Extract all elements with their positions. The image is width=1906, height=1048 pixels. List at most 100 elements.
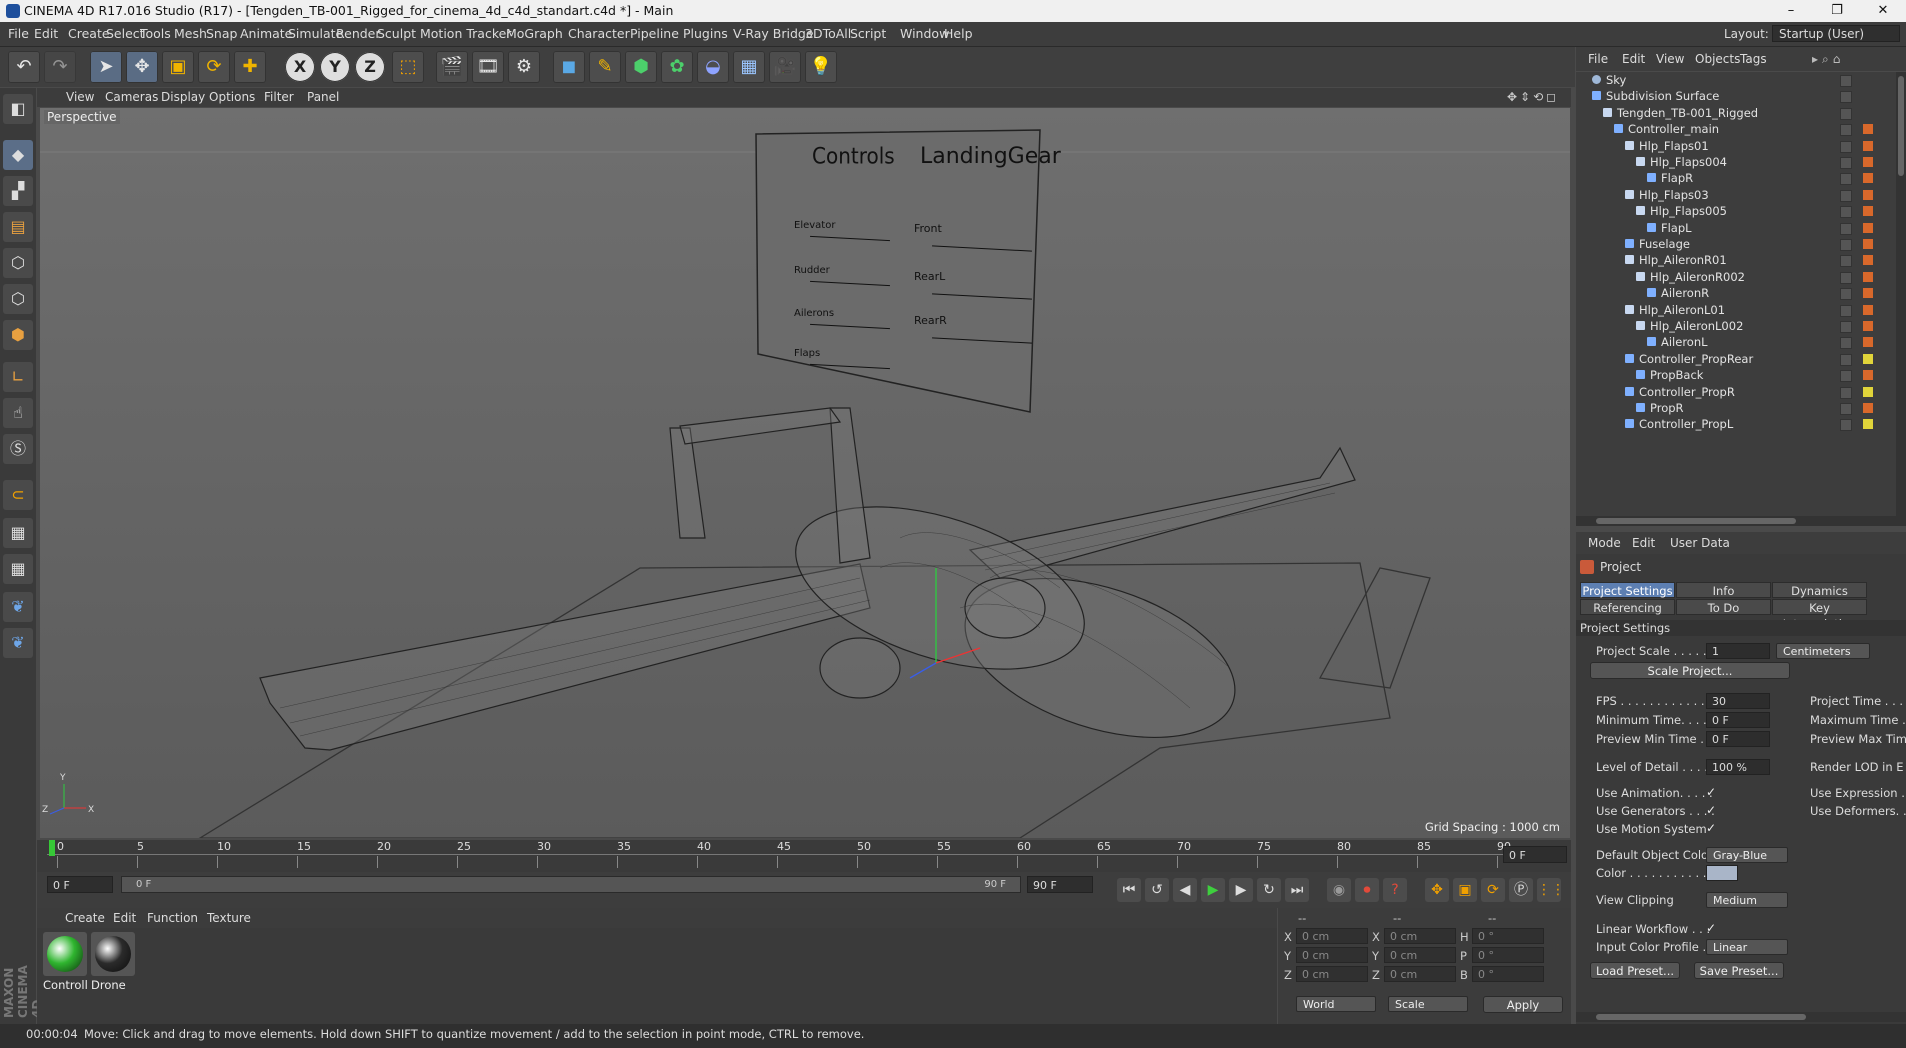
model-mode-icon[interactable]: ◆ <box>3 140 33 170</box>
object-tag-icon[interactable] <box>1863 157 1873 167</box>
object-row-flapl[interactable]: FlapL <box>1576 220 1896 236</box>
attr-menu-user-data[interactable]: User Data <box>1670 532 1730 554</box>
close-button[interactable]: ✕ <box>1860 0 1906 22</box>
fps-field[interactable]: 30 <box>1706 693 1770 709</box>
object-tag-icon[interactable] <box>1863 403 1873 413</box>
object-tag-icon[interactable] <box>1863 124 1873 135</box>
use-motion-checkbox[interactable]: ✓ <box>1706 822 1718 834</box>
visibility-toggle[interactable] <box>1840 337 1852 350</box>
visibility-toggle[interactable] <box>1840 173 1852 186</box>
use-generators-checkbox[interactable]: ✓ <box>1706 804 1718 816</box>
apply-button[interactable]: Apply <box>1483 996 1563 1013</box>
object-row-hlp-aileronr01[interactable]: Hlp_AileronR01 <box>1576 252 1896 268</box>
tab-dynamics[interactable]: Dynamics <box>1772 582 1867 598</box>
play-icon[interactable]: ▶ <box>1201 878 1225 902</box>
linear-workflow-checkbox[interactable]: ✓ <box>1706 922 1718 934</box>
default-color-dropdown[interactable]: Gray-Blue <box>1706 847 1788 863</box>
menu-mesh[interactable]: Mesh <box>174 22 207 46</box>
object-row-sky[interactable]: Sky <box>1576 72 1896 88</box>
viewport-nav-icons[interactable]: ✥⇕⟲◻ <box>1507 88 1559 107</box>
menu-window[interactable]: Window <box>900 22 949 46</box>
visibility-toggle[interactable] <box>1840 304 1852 317</box>
key-scale-icon[interactable]: ▣ <box>1453 878 1477 902</box>
perspective-viewport[interactable]: Perspective Y X Z Controls LandingGear E… <box>40 108 1570 838</box>
object-row-hlp-flaps03[interactable]: Hlp_Flaps03 <box>1576 187 1896 203</box>
visibility-toggle[interactable] <box>1840 353 1852 366</box>
save-preset-button[interactable]: Save Preset... <box>1694 962 1784 979</box>
object-list-scrollbar[interactable] <box>1896 72 1906 516</box>
material-swatch-controll[interactable] <box>43 932 87 976</box>
key-parameter-icon[interactable]: Ⓟ <box>1509 878 1533 902</box>
object-row-hlp-flaps005[interactable]: Hlp_Flaps005 <box>1576 203 1896 219</box>
object-row-controller-proprear[interactable]: Controller_PropRear <box>1576 351 1896 367</box>
polygons-mode-icon[interactable]: ⬢ <box>3 320 33 350</box>
cloner-icon[interactable]: ✿ <box>661 51 693 83</box>
light-icon[interactable]: 💡 <box>805 51 837 83</box>
y-axis-lock-icon[interactable]: Y <box>320 52 350 82</box>
viewport-menu-panel[interactable]: Panel <box>307 88 339 107</box>
subdivision-surface-icon[interactable]: ⬢ <box>625 51 657 83</box>
visibility-toggle[interactable] <box>1840 239 1852 251</box>
object-tag-icon[interactable] <box>1863 189 1873 200</box>
coord-field[interactable]: 0 cm <box>1384 928 1456 944</box>
object-tag-icon[interactable] <box>1863 321 1873 331</box>
view-clipping-dropdown[interactable]: Medium <box>1706 892 1788 908</box>
object-tag-icon[interactable] <box>1863 239 1873 249</box>
object-row-controller-main[interactable]: Controller_main <box>1576 121 1896 137</box>
coord-field[interactable]: 0 cm <box>1384 966 1456 982</box>
material-menu-create[interactable]: Create <box>65 908 105 928</box>
viewport-menu-options[interactable]: Options <box>209 88 255 107</box>
scale-dropdown[interactable]: Scale <box>1388 996 1468 1012</box>
record-active-icon[interactable]: ◉ <box>1327 878 1351 902</box>
object-list-hscrollbar[interactable] <box>1576 516 1906 526</box>
menu-script[interactable]: Script <box>850 22 886 46</box>
material-menu-texture[interactable]: Texture <box>207 908 251 928</box>
menu-snap[interactable]: Snap <box>206 22 237 46</box>
planar-workplane-icon[interactable]: ▦ <box>3 554 33 584</box>
project-scale-unit-dropdown[interactable]: Centimeters <box>1776 643 1870 659</box>
attr-menu-mode[interactable]: Mode <box>1588 532 1621 554</box>
coord-field[interactable]: 0 cm <box>1296 947 1368 963</box>
viewport-menu-view[interactable]: View <box>66 88 94 107</box>
object-tag-icon[interactable] <box>1863 386 1873 397</box>
object-row-controller-propr[interactable]: Controller_PropR <box>1576 384 1896 400</box>
coord-field[interactable]: 0 cm <box>1296 928 1368 944</box>
workplane-mode-icon[interactable]: ▤ <box>3 212 33 242</box>
coord-field[interactable]: 0 cm <box>1296 966 1368 982</box>
coordinate-system-icon[interactable]: ⬚ <box>392 51 424 83</box>
menu-animate[interactable]: Animate <box>240 22 292 46</box>
visibility-toggle[interactable] <box>1840 75 1852 87</box>
object-row-flapr[interactable]: FlapR <box>1576 170 1896 186</box>
object-menu-tags[interactable]: Tags <box>1740 47 1767 71</box>
pen-spline-icon[interactable]: ✎ <box>589 51 621 83</box>
visibility-toggle[interactable] <box>1840 370 1852 383</box>
object-row-propr[interactable]: PropR <box>1576 400 1896 416</box>
scale-project-button[interactable]: Scale Project... <box>1590 662 1790 679</box>
points-mode-icon[interactable]: ⬡ <box>3 248 33 278</box>
material-menu-edit[interactable]: Edit <box>113 908 136 928</box>
make-editable-icon[interactable]: ◧ <box>3 94 33 124</box>
move-icon[interactable]: ✥ <box>126 51 158 83</box>
object-menu-view[interactable]: View <box>1656 47 1684 71</box>
timeline-end-field[interactable]: 0 F <box>1503 846 1567 863</box>
visibility-toggle[interactable] <box>1840 157 1852 169</box>
minimize-button[interactable]: – <box>1768 0 1814 22</box>
menu-mograph[interactable]: MoGraph <box>506 22 563 46</box>
visibility-toggle[interactable] <box>1840 321 1852 333</box>
object-manager-search-icon[interactable]: ▸⌕⌂ <box>1812 47 1844 71</box>
tab-project-settings[interactable]: Project Settings <box>1580 582 1675 598</box>
render-picture-viewer-icon[interactable]: 🎞 <box>472 51 504 83</box>
visibility-toggle[interactable] <box>1840 140 1852 153</box>
visibility-toggle[interactable] <box>1840 419 1852 432</box>
viewport-menu-cameras[interactable]: Cameras <box>105 88 158 107</box>
keyframe-selection-icon[interactable]: ? <box>1383 878 1407 902</box>
coord-field[interactable]: 0 ° <box>1472 966 1544 982</box>
preview-min-field[interactable]: 0 F <box>1706 731 1770 747</box>
key-rotation-icon[interactable]: ⟳ <box>1481 878 1505 902</box>
menu-simulate[interactable]: Simulate <box>288 22 343 46</box>
previous-keyframe-icon[interactable]: ↺ <box>1145 878 1169 902</box>
visibility-toggle[interactable] <box>1840 403 1852 415</box>
python-icon[interactable]: ❦ <box>3 592 33 622</box>
menu-create[interactable]: Create <box>68 22 110 46</box>
layout-select[interactable]: Startup (User) <box>1772 25 1900 42</box>
